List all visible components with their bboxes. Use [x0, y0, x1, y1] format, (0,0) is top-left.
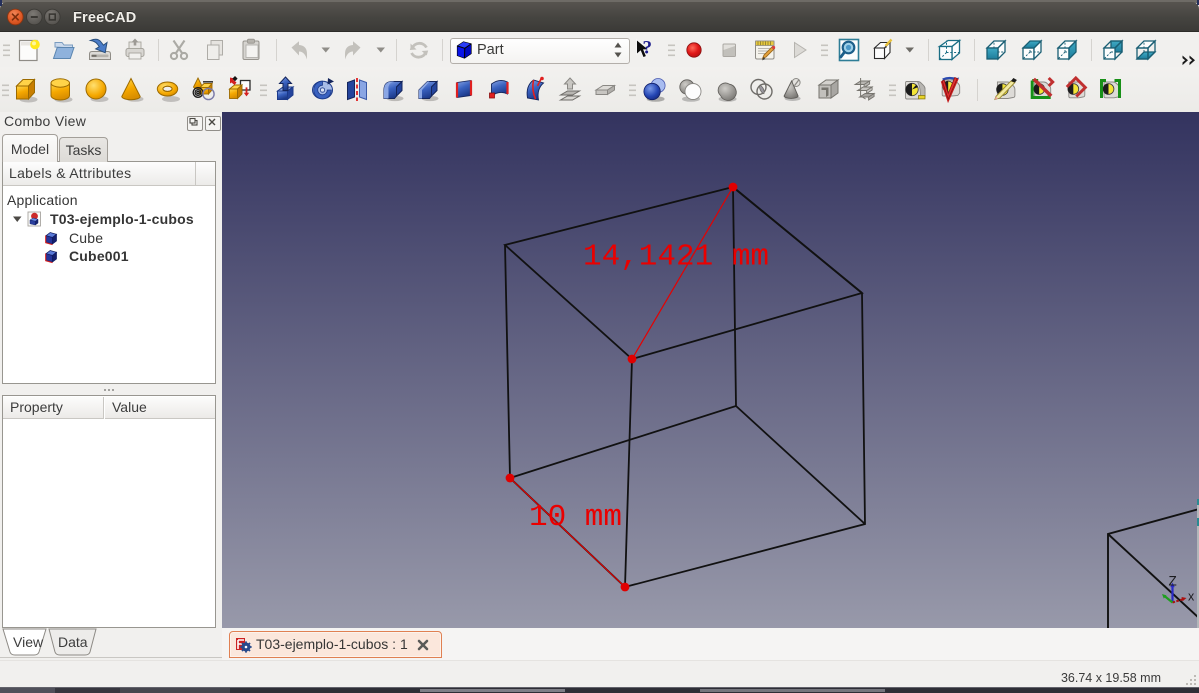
svg-text:View: View — [13, 634, 44, 650]
svg-text:10 mm: 10 mm — [529, 500, 622, 535]
svg-text:Data: Data — [58, 634, 88, 650]
svg-text:Z: Z — [1169, 574, 1177, 589]
svg-text:?: ? — [643, 38, 653, 59]
svg-text:14,1421 mm: 14,1421 mm — [583, 240, 769, 275]
svg-text:x: x — [1188, 590, 1195, 604]
